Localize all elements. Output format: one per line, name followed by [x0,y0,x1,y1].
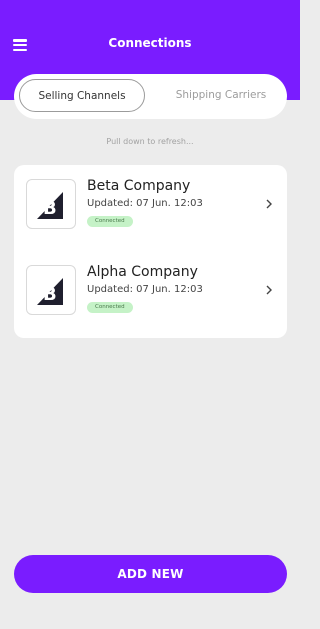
connections-list: B Beta Company Updated: 07 Jun. 12:03 Co… [14,165,287,338]
chevron-right-icon[interactable] [263,198,275,210]
svg-text:B: B [43,284,57,305]
chevron-right-icon[interactable] [263,284,275,296]
connection-item[interactable]: B Beta Company Updated: 07 Jun. 12:03 Co… [14,165,287,229]
connection-name: Alpha Company [87,264,198,280]
connection-updated-time: Updated: 07 Jun. 12:03 [87,198,203,209]
status-badge: Connected [87,302,133,313]
bigcommerce-logo-icon: B [26,179,76,229]
connection-updated-time: Updated: 07 Jun. 12:03 [87,284,203,295]
page-title: Connections [108,36,192,50]
connection-item[interactable]: B Alpha Company Updated: 07 Jun. 12:03 C… [14,251,287,315]
status-badge: Connected [87,216,133,227]
connection-name: Beta Company [87,178,191,194]
pull-to-refresh-hint: Pull down to refresh... [106,137,194,146]
bigcommerce-logo-icon: B [26,265,76,315]
add-new-button[interactable]: ADD NEW [14,555,287,593]
tab-shipping-carriers[interactable]: Shipping Carriers [160,79,282,112]
channel-type-segmented-control: Selling Channels Shipping Carriers [14,74,287,119]
tab-selling-channels[interactable]: Selling Channels [19,79,145,112]
svg-text:B: B [43,198,57,219]
